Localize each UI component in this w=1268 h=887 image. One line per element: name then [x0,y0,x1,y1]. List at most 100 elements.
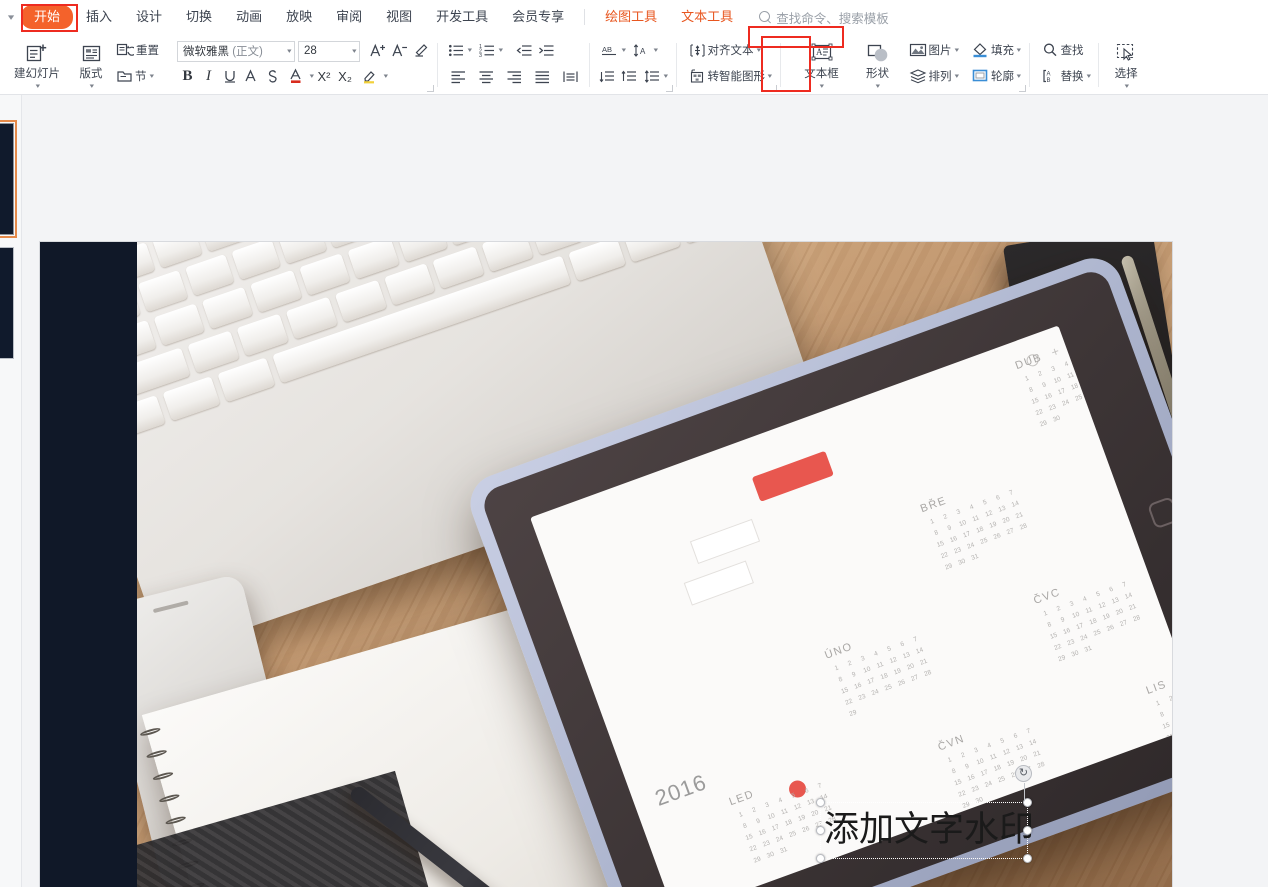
line-spacing-button[interactable]: ▾ [641,65,671,87]
bold-button[interactable]: B [177,65,198,87]
align-right-button[interactable] [501,65,528,87]
chevron-down-icon[interactable]: ▾ [755,46,760,54]
chevron-down-icon[interactable]: ▾ [662,72,668,80]
chevron-down-icon[interactable]: ▾ [875,82,880,90]
text-format-row-2: ▾ [597,63,671,89]
convert-to-smartart-button[interactable]: 转智能图形 ▾ [686,65,775,87]
resize-handle-bottom-left[interactable] [816,854,825,863]
outline-button[interactable]: 轮廓 ▾ [968,65,1024,87]
select-button[interactable]: 选择 ▾ [1104,37,1148,90]
chevron-down-icon[interactable]: ▾ [281,47,292,55]
grow-font-button[interactable] [367,39,388,61]
highlight-button[interactable] [356,65,383,87]
chevron-down-icon[interactable]: ▾ [953,46,958,54]
picture-button[interactable]: 图片 ▾ [906,39,962,61]
tab-animations[interactable]: 动画 [225,5,273,29]
rotate-handle-icon[interactable]: ↻ [1015,765,1032,801]
resize-handle-middle-left[interactable] [816,825,825,835]
tab-slideshow[interactable]: 放映 [275,5,323,29]
underline-button[interactable] [219,65,240,87]
svg-text:3: 3 [479,53,482,58]
font-color-button[interactable] [282,65,309,87]
layout-button[interactable]: 版式 ▾ [69,37,113,90]
superscript-button[interactable]: X² [314,65,335,87]
increase-indent-button[interactable] [536,39,557,61]
tab-text-tools[interactable]: 文本工具 [670,5,744,29]
chevron-down-icon[interactable]: ▾ [0,12,24,23]
tab-drawing-tools[interactable]: 绘图工具 [594,5,668,29]
slide-thumbnail-2[interactable] [0,247,14,359]
shrink-font-button[interactable] [389,39,410,61]
slide-thumbnail-panel[interactable] [0,95,22,887]
distribute-text-button[interactable] [557,65,584,87]
align-text-button[interactable]: 对齐文本 ▾ [686,39,764,61]
tab-home[interactable]: 开始 [21,5,74,29]
chevron-down-icon[interactable]: ▾ [819,82,824,90]
chevron-down-icon[interactable]: ▾ [1015,46,1021,54]
bullets-button[interactable]: ▾ [445,39,475,61]
paragraph-dialog-launcher[interactable] [665,85,673,92]
replace-label: 替换 [1060,71,1084,83]
chevron-down-icon[interactable]: ▾ [34,82,39,90]
decrease-indent-button[interactable] [514,39,535,61]
numbering-button[interactable]: 1 2 3 ▾ [476,39,506,61]
font-dialog-launcher[interactable] [427,85,434,92]
tab-view[interactable]: 视图 [375,5,423,29]
arrange-button[interactable]: 排列 ▾ [906,65,962,87]
clear-format-button[interactable] [411,39,432,61]
chevron-down-icon[interactable]: ▾ [148,72,153,80]
search-icon [1042,42,1059,58]
selected-text-box[interactable]: 添加文字水印 ↻ [816,765,1034,863]
reset-button[interactable]: 重置 [113,39,162,61]
chevron-down-icon[interactable]: ▾ [652,46,657,54]
text-shadow-button[interactable] [240,65,261,87]
chevron-down-icon[interactable]: ▾ [766,72,772,80]
tab-transitions[interactable]: 切换 [175,5,223,29]
tab-developer-tools[interactable]: 开发工具 [425,5,499,29]
align-left-button[interactable] [445,65,472,87]
space-after-button[interactable] [619,65,640,87]
search-input[interactable]: 查找命令、搜索模板 [759,8,889,27]
space-before-button[interactable] [597,65,618,87]
chevron-down-icon[interactable]: ▾ [1085,72,1090,80]
chevron-down-icon[interactable]: ▾ [1123,82,1128,90]
character-spacing-button[interactable]: A ▾ [630,39,661,61]
resize-handle-bottom-right[interactable] [1023,854,1032,863]
align-center-button[interactable] [473,65,500,87]
shapes-label: 形状 [866,68,890,80]
tab-design[interactable]: 设计 [125,5,173,29]
chevron-down-icon[interactable]: ▾ [497,46,502,54]
resize-handle-top-left[interactable] [816,798,825,807]
new-slide-button[interactable]: 建幻灯片 ▾ [5,37,69,90]
slide-canvas[interactable]: + 2016 LED 1 2 3 4 5 6 7 8 9 10 11 12 13 14 15 16 17 18 19… [40,242,1172,887]
text-box-icon: A [809,40,835,66]
text-dialog-launcher[interactable] [769,85,777,92]
chevron-down-icon[interactable]: ▾ [88,82,93,90]
replace-button[interactable]: A B 替换 ▾ [1039,65,1094,87]
font-size-select[interactable]: 28 ▾ [298,40,360,62]
chevron-down-icon[interactable]: ▾ [466,46,472,54]
chevron-down-icon[interactable]: ▾ [308,72,314,80]
strikethrough-button[interactable] [261,65,282,87]
shapes-button[interactable]: 形状 ▾ [856,37,900,90]
italic-button[interactable]: I [198,65,219,87]
text-direction-button[interactable]: AB ▾ [597,39,629,61]
chevron-down-icon[interactable]: ▾ [1015,72,1021,80]
slide-thumbnail-1[interactable] [0,120,17,238]
tab-insert[interactable]: 插入 [75,5,123,29]
tab-review[interactable]: 审阅 [325,5,373,29]
chevron-down-icon[interactable]: ▾ [620,46,626,54]
insert-dialog-launcher[interactable] [1018,85,1026,92]
fill-button[interactable]: 填充 ▾ [968,39,1024,61]
tab-member-exclusive[interactable]: 会员专享 [501,5,575,29]
chevron-down-icon[interactable]: ▾ [382,72,387,80]
find-button[interactable]: 查找 [1039,39,1087,61]
align-justify-button[interactable] [529,65,556,87]
resize-handle-middle-right[interactable] [1023,825,1032,835]
subscript-button[interactable]: X₂ [335,65,356,87]
chevron-down-icon[interactable]: ▾ [953,72,958,80]
font-name-select[interactable]: 微软雅黑 (正文) ▾ [177,40,295,62]
section-button[interactable]: 节 ▾ [113,65,156,87]
textbox-button[interactable]: A 文本框 ▾ [794,37,850,90]
chevron-down-icon[interactable]: ▾ [346,47,357,55]
